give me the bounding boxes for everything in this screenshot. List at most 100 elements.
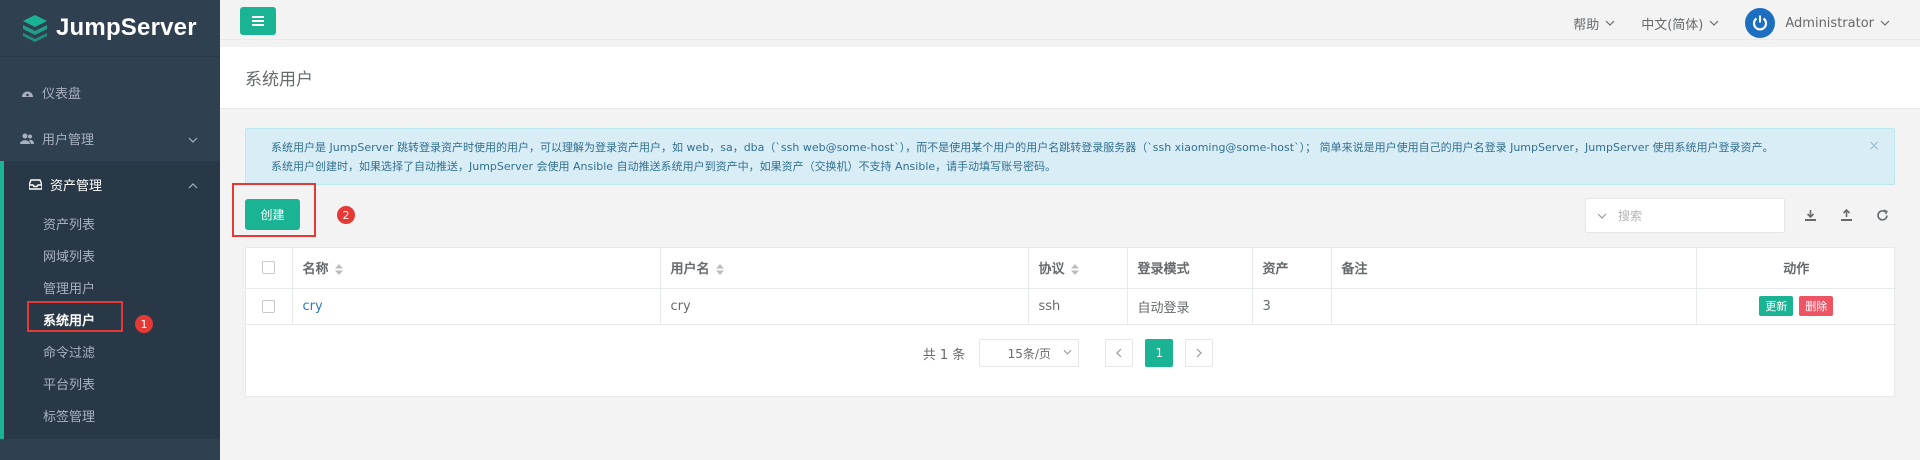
pagination: 共 1 条 15条/页 1 xyxy=(246,338,1896,368)
column-label: 用户名 xyxy=(670,262,710,278)
sidebar-subitem-label: 标签管理 xyxy=(43,409,96,425)
info-alert: 系统用户是 JumpServer 跳转登录资产时使用的用户，可以理解为登录资产用… xyxy=(245,128,1895,185)
dashboard-icon xyxy=(20,85,34,99)
chevron-up-icon xyxy=(188,178,198,193)
select-all-cell xyxy=(246,248,293,289)
update-button[interactable]: 更新 xyxy=(1759,296,1794,316)
language-label: 中文(简体) xyxy=(1641,17,1704,33)
sidebar: JumpServer 仪表盘 用户管理 资产管理 资产列表 网域列表 管理用户 … xyxy=(0,0,220,460)
cell-assets: 3 xyxy=(1252,288,1332,325)
close-icon[interactable]: × xyxy=(1868,137,1880,156)
sidebar-item-label: 资产管理 xyxy=(50,178,103,194)
chevron-left-icon xyxy=(1116,348,1122,358)
cell-comment xyxy=(1331,288,1697,325)
refresh-icon[interactable] xyxy=(1872,205,1892,225)
alert-text-line2: 系统用户创建时，如果选择了自动推送，JumpServer 会使用 Ansible… xyxy=(271,160,1057,173)
table-card: 名称 用户名 协议 登录模式 资产 备注 动作 cry cry ssh 自动登录… xyxy=(245,247,1896,397)
username-label: Administrator xyxy=(1785,15,1874,31)
sort-icon xyxy=(334,264,343,276)
page-title: 系统用户 xyxy=(245,70,313,90)
sidebar-subitem-label: 管理用户 xyxy=(43,281,96,297)
cell-login-mode: 自动登录 xyxy=(1127,288,1253,325)
sort-icon xyxy=(715,264,724,276)
topbar-right: 帮助 中文(简体) Administrator xyxy=(1547,0,1890,46)
next-page-button[interactable] xyxy=(1185,339,1214,367)
chevron-down-icon xyxy=(188,132,198,147)
chevron-down-icon xyxy=(1709,20,1719,26)
column-label: 名称 xyxy=(302,262,329,278)
topbar: 帮助 中文(简体) Administrator xyxy=(220,0,1920,40)
sidebar-nav: 仪表盘 用户管理 资产管理 资产列表 网域列表 管理用户 系统用户 命令过滤 平… xyxy=(0,57,220,439)
search-dropdown[interactable] xyxy=(1586,213,1618,219)
search-input[interactable] xyxy=(1618,208,1768,223)
sidebar-subitem-admin-user[interactable]: 管理用户 xyxy=(4,271,220,303)
column-label: 备注 xyxy=(1341,262,1368,278)
avatar xyxy=(1745,8,1776,38)
cell-username: cry xyxy=(660,288,1029,325)
sidebar-subitem-platform-list[interactable]: 平台列表 xyxy=(4,367,220,399)
annotation-box-create xyxy=(232,183,316,237)
page-number-button[interactable]: 1 xyxy=(1145,339,1174,367)
sidebar-subitem-label: 网域列表 xyxy=(43,249,96,265)
main-content: 系统用户是 JumpServer 跳转登录资产时使用的用户，可以理解为登录资产用… xyxy=(220,109,1920,460)
pagination-total: 共 1 条 xyxy=(922,347,966,363)
row-select-cell xyxy=(246,288,293,325)
language-menu[interactable]: 中文(简体) xyxy=(1641,14,1719,33)
sort-icon xyxy=(1070,264,1079,276)
prev-page-button[interactable] xyxy=(1105,339,1134,367)
chevron-down-icon xyxy=(1605,20,1615,26)
inbox-icon xyxy=(28,177,42,191)
cell-actions: 更新 删除 xyxy=(1696,288,1896,325)
column-label: 协议 xyxy=(1038,262,1065,278)
sidebar-subitem-label: 平台列表 xyxy=(43,377,96,393)
system-user-link[interactable]: cry xyxy=(303,299,323,314)
chevron-down-icon xyxy=(1597,213,1607,219)
column-protocol[interactable]: 协议 xyxy=(1028,248,1128,289)
sidebar-item-assets[interactable]: 资产管理 xyxy=(4,161,220,207)
download-icon[interactable] xyxy=(1800,205,1820,225)
column-assets: 资产 xyxy=(1252,248,1332,289)
sidebar-group-assets: 资产管理 资产列表 网域列表 管理用户 系统用户 命令过滤 平台列表 标签管理 xyxy=(0,161,220,439)
help-menu[interactable]: 帮助 xyxy=(1573,14,1615,33)
upload-icon[interactable] xyxy=(1836,205,1856,225)
sidebar-item-label: 仪表盘 xyxy=(42,86,82,102)
user-menu[interactable]: Administrator xyxy=(1745,8,1890,38)
sidebar-item-dashboard[interactable]: 仪表盘 xyxy=(0,69,220,115)
page-size-select[interactable]: 15条/页 xyxy=(979,339,1080,367)
sidebar-subitem-asset-list[interactable]: 资产列表 xyxy=(4,207,220,239)
column-label: 登录模式 xyxy=(1137,262,1190,278)
chevron-down-icon xyxy=(1063,349,1072,355)
chevron-right-icon xyxy=(1196,348,1203,358)
cell-name: cry xyxy=(292,288,661,325)
table-header-row: 名称 用户名 协议 登录模式 资产 备注 动作 xyxy=(246,248,1896,289)
row-checkbox[interactable] xyxy=(262,299,276,313)
delete-button[interactable]: 删除 xyxy=(1799,296,1834,316)
sidebar-item-users[interactable]: 用户管理 xyxy=(0,115,220,161)
select-all-checkbox[interactable] xyxy=(262,261,276,275)
hamburger-icon xyxy=(252,16,264,26)
column-label: 资产 xyxy=(1262,262,1289,278)
column-username[interactable]: 用户名 xyxy=(660,248,1029,289)
jumpserver-logo-icon xyxy=(23,15,47,42)
sidebar-subitem-domain-list[interactable]: 网域列表 xyxy=(4,239,220,271)
chevron-down-icon xyxy=(1880,20,1890,26)
column-login-mode: 登录模式 xyxy=(1127,248,1253,289)
system-user-table: 名称 用户名 协议 登录模式 资产 备注 动作 cry cry ssh 自动登录… xyxy=(246,248,1896,325)
annotation-badge: 2 xyxy=(337,206,355,224)
help-label: 帮助 xyxy=(1573,17,1600,33)
column-name[interactable]: 名称 xyxy=(292,248,661,289)
cell-protocol: ssh xyxy=(1028,288,1128,325)
column-label: 动作 xyxy=(1783,262,1810,278)
search-box xyxy=(1585,198,1785,233)
sidebar-toggle-button[interactable] xyxy=(240,7,276,35)
table-row: cry cry ssh 自动登录 3 更新 删除 xyxy=(246,288,1896,325)
sidebar-subitem-label-manage[interactable]: 标签管理 xyxy=(4,399,220,431)
sidebar-subitem-label: 命令过滤 xyxy=(43,345,96,361)
logo[interactable]: JumpServer xyxy=(0,0,220,57)
column-comment: 备注 xyxy=(1331,248,1697,289)
page-heading: 系统用户 xyxy=(220,47,1920,109)
users-icon xyxy=(20,131,34,145)
sidebar-subitem-command-filter[interactable]: 命令过滤 xyxy=(4,335,220,367)
annotation-box-system-user xyxy=(27,301,123,332)
sidebar-item-label: 用户管理 xyxy=(42,132,95,148)
